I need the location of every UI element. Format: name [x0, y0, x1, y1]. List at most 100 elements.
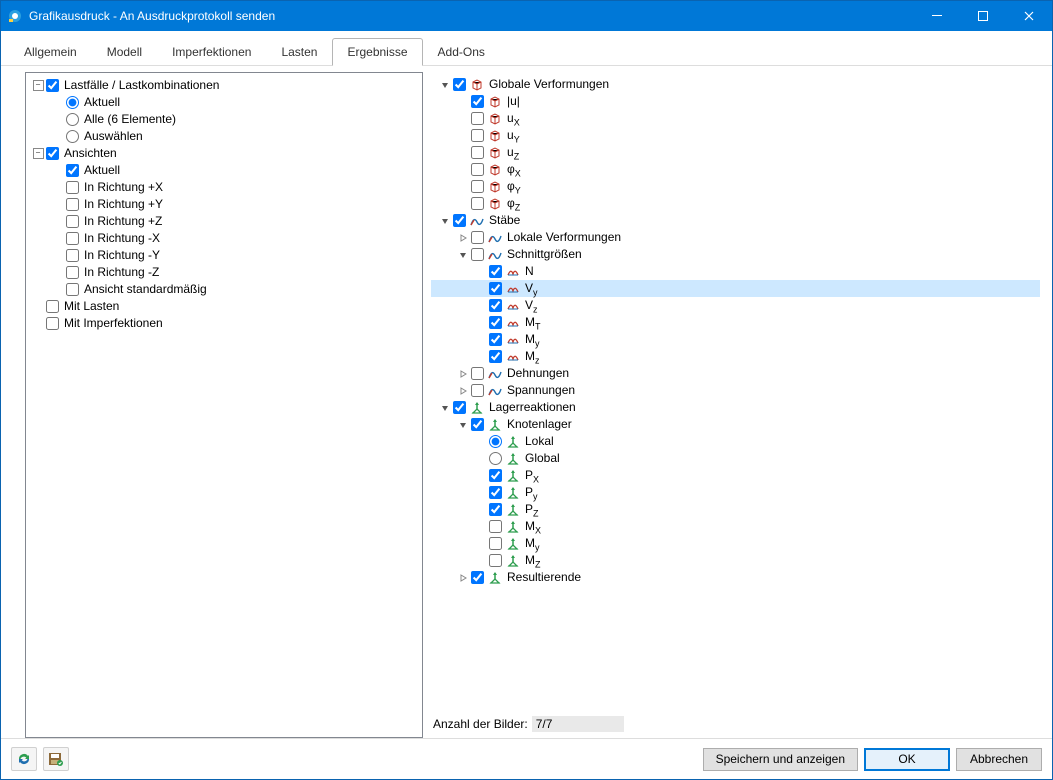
view-minus-y[interactable]: In Richtung -Y — [28, 247, 420, 264]
save-config-icon-button[interactable] — [43, 747, 69, 771]
expander-icon[interactable] — [457, 249, 469, 261]
checkbox[interactable] — [66, 215, 79, 228]
expander-icon[interactable] — [457, 368, 469, 380]
node-load-cases[interactable]: −Lastfälle / Lastkombinationen — [28, 77, 420, 94]
st-schnitt[interactable]: Schnittgrößen — [431, 246, 1040, 263]
checkbox[interactable] — [471, 146, 484, 159]
node-staebe[interactable]: Stäbe — [431, 212, 1040, 229]
gv-uz[interactable]: uZ — [431, 144, 1040, 161]
lg-knoten[interactable]: Knotenlager — [431, 416, 1040, 433]
checkbox[interactable] — [471, 231, 484, 244]
checkbox[interactable] — [489, 469, 502, 482]
close-button[interactable] — [1006, 1, 1052, 31]
expander-icon[interactable] — [439, 79, 451, 91]
sg-my[interactable]: My — [431, 331, 1040, 348]
checkbox[interactable] — [46, 317, 59, 330]
st-lokal[interactable]: Lokale Verformungen — [431, 229, 1040, 246]
view-minus-z[interactable]: In Richtung -Z — [28, 264, 420, 281]
view-plus-z[interactable]: In Richtung +Z — [28, 213, 420, 230]
sg-vz[interactable]: Vz — [431, 297, 1040, 314]
expander-icon[interactable]: − — [32, 148, 44, 160]
sg-vy[interactable]: Vy — [431, 280, 1040, 297]
checkbox[interactable] — [471, 163, 484, 176]
radio[interactable] — [66, 113, 79, 126]
tab-add-ons[interactable]: Add-Ons — [423, 38, 500, 65]
opt-auswaehlen[interactable]: Auswählen — [28, 128, 420, 145]
tab-ergebnisse[interactable]: Ergebnisse — [332, 38, 422, 66]
lg-px[interactable]: PX — [431, 467, 1040, 484]
lg-lokal[interactable]: Lokal — [431, 433, 1040, 450]
expander-icon[interactable]: − — [32, 80, 44, 92]
checkbox[interactable] — [471, 180, 484, 193]
checkbox[interactable] — [46, 79, 59, 92]
node-ansichten[interactable]: −Ansichten — [28, 145, 420, 162]
lg-mx[interactable]: MX — [431, 518, 1040, 535]
checkbox[interactable] — [471, 248, 484, 261]
checkbox[interactable] — [489, 503, 502, 516]
checkbox[interactable] — [453, 78, 466, 91]
tab-imperfektionen[interactable]: Imperfektionen — [157, 38, 266, 65]
sg-mz[interactable]: Mz — [431, 348, 1040, 365]
gv-phiy[interactable]: φY — [431, 178, 1040, 195]
lg-result[interactable]: Resultierende — [431, 569, 1040, 586]
checkbox[interactable] — [66, 283, 79, 296]
checkbox[interactable] — [471, 112, 484, 125]
checkbox[interactable] — [471, 418, 484, 431]
checkbox[interactable] — [471, 571, 484, 584]
checkbox[interactable] — [66, 181, 79, 194]
checkbox[interactable] — [66, 198, 79, 211]
save-and-show-button[interactable]: Speichern und anzeigen — [703, 748, 858, 771]
expander-icon[interactable] — [457, 419, 469, 431]
view-minus-x[interactable]: In Richtung -X — [28, 230, 420, 247]
lg-mz[interactable]: MZ — [431, 552, 1040, 569]
checkbox[interactable] — [66, 266, 79, 279]
checkbox[interactable] — [453, 401, 466, 414]
checkbox[interactable] — [489, 486, 502, 499]
checkbox[interactable] — [489, 316, 502, 329]
refresh-icon-button[interactable] — [11, 747, 37, 771]
sg-mt[interactable]: MT — [431, 314, 1040, 331]
maximize-button[interactable] — [960, 1, 1006, 31]
expander-icon[interactable] — [439, 402, 451, 414]
sg-n[interactable]: N — [431, 263, 1040, 280]
node-lager[interactable]: Lagerreaktionen — [431, 399, 1040, 416]
tab-modell[interactable]: Modell — [92, 38, 157, 65]
lg-pz[interactable]: PZ — [431, 501, 1040, 518]
checkbox[interactable] — [489, 520, 502, 533]
checkbox[interactable] — [471, 197, 484, 210]
radio[interactable] — [66, 96, 79, 109]
opt-alle[interactable]: Alle (6 Elemente) — [28, 111, 420, 128]
st-dehn[interactable]: Dehnungen — [431, 365, 1040, 382]
checkbox[interactable] — [471, 95, 484, 108]
lg-global[interactable]: Global — [431, 450, 1040, 467]
st-spann[interactable]: Spannungen — [431, 382, 1040, 399]
checkbox[interactable] — [489, 265, 502, 278]
expander-icon[interactable] — [457, 385, 469, 397]
expander-icon[interactable] — [439, 215, 451, 227]
gv-ux[interactable]: uX — [431, 110, 1040, 127]
checkbox[interactable] — [66, 232, 79, 245]
tab-lasten[interactable]: Lasten — [266, 38, 332, 65]
checkbox[interactable] — [471, 129, 484, 142]
ok-button[interactable]: OK — [864, 748, 950, 771]
checkbox[interactable] — [489, 299, 502, 312]
with-imperfections[interactable]: Mit Imperfektionen — [28, 315, 420, 332]
expander-icon[interactable] — [457, 572, 469, 584]
view-plus-y[interactable]: In Richtung +Y — [28, 196, 420, 213]
opt-aktuell[interactable]: Aktuell — [28, 94, 420, 111]
checkbox[interactable] — [471, 384, 484, 397]
checkbox[interactable] — [489, 350, 502, 363]
node-global-deform[interactable]: Globale Verformungen — [431, 76, 1040, 93]
checkbox[interactable] — [489, 554, 502, 567]
view-aktuell[interactable]: Aktuell — [28, 162, 420, 179]
expander-icon[interactable] — [457, 232, 469, 244]
radio[interactable] — [66, 130, 79, 143]
checkbox[interactable] — [489, 282, 502, 295]
checkbox[interactable] — [489, 333, 502, 346]
cancel-button[interactable]: Abbrechen — [956, 748, 1042, 771]
gv-phix[interactable]: φX — [431, 161, 1040, 178]
checkbox[interactable] — [66, 164, 79, 177]
tab-allgemein[interactable]: Allgemein — [9, 38, 92, 65]
lg-my[interactable]: My — [431, 535, 1040, 552]
checkbox[interactable] — [453, 214, 466, 227]
